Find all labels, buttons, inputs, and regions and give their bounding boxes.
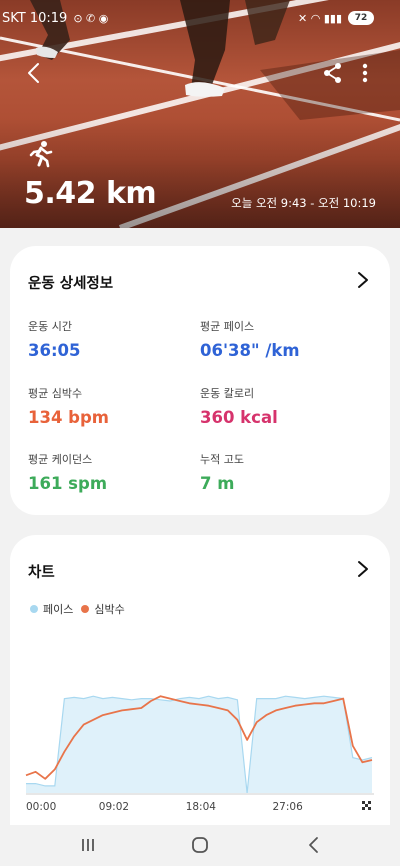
stat-value: 134 bpm <box>28 408 110 427</box>
stat-label: 운동 시간 <box>28 320 72 333</box>
stat-label: 평균 케이던스 <box>28 453 93 466</box>
stat-label: 운동 칼로리 <box>200 387 255 400</box>
stat-value: 161 spm <box>28 474 108 493</box>
home-icon[interactable] <box>188 833 212 857</box>
stat-value: 360 kcal <box>200 408 278 427</box>
stat-elevation: 누적 고도 7 m <box>200 451 244 493</box>
stat-avg-pace: 평균 페이스 06'38" /km <box>200 318 300 360</box>
pace-series-area <box>26 696 372 793</box>
system-nav-bar <box>0 825 400 866</box>
hero-banner: SKT 10:19 ⊙ ✆ ◉ ✕ ◠ ▮▮▮ 72 5.42 km 오늘 오전… <box>0 0 400 228</box>
workout-time-range: 오늘 오전 9:43 - 오전 10:19 <box>231 196 376 210</box>
stat-value: 06'38" /km <box>200 341 300 360</box>
workout-chart[interactable]: 00:00 09:02 18:04 27:06 <box>10 535 390 825</box>
x-tick-label: 18:04 <box>186 801 217 813</box>
back-icon[interactable] <box>22 60 48 86</box>
chart-card[interactable]: 차트 페이스 심박수 00:00 09:02 18:04 27:06 <box>10 535 390 825</box>
carrier-time-text: SKT 10:19 <box>2 11 68 26</box>
stat-value: 36:05 <box>28 341 81 360</box>
x-tick-label: 09:02 <box>99 801 129 813</box>
stat-label: 평균 페이스 <box>200 320 255 333</box>
distance-value: 5.42 km <box>24 176 157 211</box>
finish-flag-icon <box>362 801 371 810</box>
running-icon <box>29 141 53 168</box>
stat-workout-time: 운동 시간 36:05 <box>28 318 81 360</box>
nav-back-icon[interactable] <box>302 833 326 857</box>
status-bar: SKT 10:19 ⊙ ✆ ◉ ✕ ◠ ▮▮▮ 72 <box>0 0 400 38</box>
notification-icon: ⊙ ✆ ◉ <box>73 12 109 25</box>
stat-label: 누적 고도 <box>200 453 244 466</box>
x-tick-label: 00:00 <box>26 801 56 813</box>
stat-avg-heart-rate: 평균 심박수 134 bpm <box>28 385 109 427</box>
stat-calories: 운동 칼로리 360 kcal <box>200 385 278 427</box>
x-tick-label: 27:06 <box>273 801 304 813</box>
share-icon[interactable] <box>322 62 344 84</box>
details-title: 운동 상세정보 <box>28 276 114 292</box>
battery-icon: 72 <box>348 11 374 25</box>
recent-apps-icon[interactable] <box>76 833 100 857</box>
signal-icon: ✕ ◠ ▮▮▮ <box>298 11 342 25</box>
workout-details-card[interactable]: 운동 상세정보 운동 시간 36:05 평균 페이스 06'38" /km 평균… <box>10 246 390 515</box>
hero-shade <box>0 118 400 228</box>
chevron-right-icon[interactable] <box>356 270 370 290</box>
stat-label: 평균 심박수 <box>28 387 83 400</box>
stat-avg-cadence: 평균 케이던스 161 spm <box>28 451 107 493</box>
stat-value: 7 m <box>200 474 235 493</box>
more-vertical-icon[interactable] <box>355 62 375 84</box>
